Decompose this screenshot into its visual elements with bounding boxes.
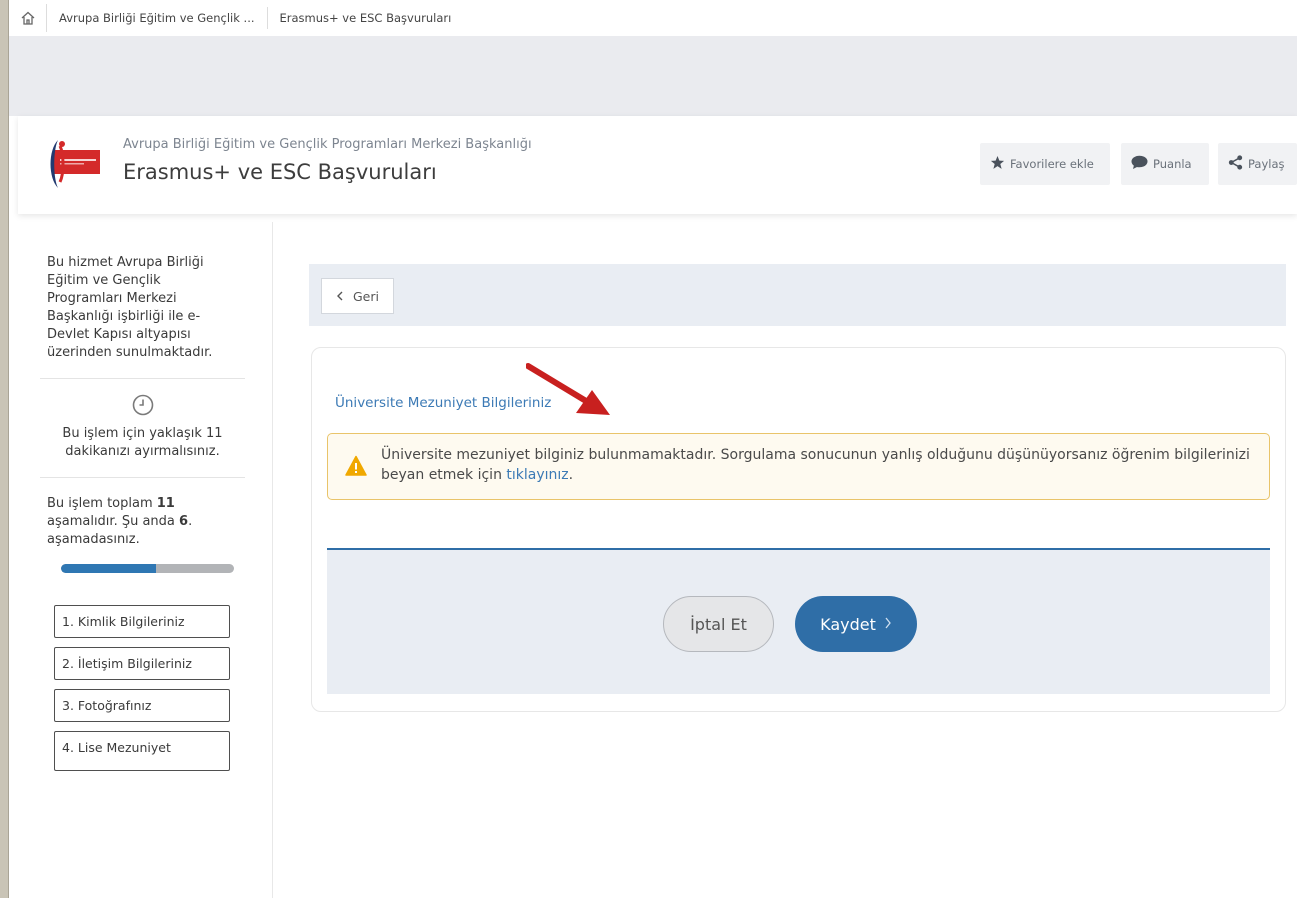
progress-prefix: Bu işlem toplam (47, 496, 157, 511)
form-card: Üniversite Mezuniyet Bilgileriniz Üniver… (311, 347, 1286, 712)
warning-alert: Üniversite mezuniyet bilginiz bulunmamak… (327, 433, 1270, 500)
back-label: Geri (353, 288, 379, 304)
share-button[interactable]: Paylaş (1218, 143, 1297, 185)
star-icon (990, 155, 1005, 173)
annotation-arrow-icon (526, 363, 610, 415)
page-band (9, 36, 1297, 116)
step-identity[interactable]: 1. Kimlik Bilgileriniz (54, 605, 230, 638)
favorite-label: Favorilere ekle (1010, 157, 1094, 171)
rate-button[interactable]: Puanla (1121, 143, 1209, 185)
declare-education-link[interactable]: tıklayınız (506, 467, 568, 483)
breadcrumb-item-ministry[interactable]: Avrupa Birliği Eğitim ve Gençlik ... (47, 7, 268, 29)
breadcrumb-item-current: Erasmus+ ve ESC Başvuruları (279, 11, 452, 25)
step-list: 1. Kimlik Bilgileriniz 2. İletişim Bilgi… (54, 605, 245, 771)
sidebar: Bu hizmet Avrupa Birliği Eğitim ve Gençl… (40, 237, 245, 780)
comment-icon (1131, 155, 1148, 173)
agency-logo (46, 138, 101, 190)
breadcrumb: Avrupa Birliği Eğitim ve Gençlik ... Era… (9, 0, 1297, 36)
home-icon[interactable] (9, 4, 47, 32)
step-contact[interactable]: 2. İletişim Bilgileriniz (54, 647, 230, 680)
warning-text-end: . (568, 467, 574, 483)
service-info: Bu hizmet Avrupa Birliği Eğitim ve Gençl… (47, 255, 213, 360)
save-label: Kaydet (820, 614, 876, 634)
sidebar-separator (272, 222, 273, 898)
service-title: Erasmus+ ve ESC Başvuruları (123, 160, 437, 184)
step-photo[interactable]: 3. Fotoğrafınız (54, 689, 230, 722)
chevron-right-icon (884, 615, 892, 634)
warning-message: Üniversite mezuniyet bilginiz bulunmamak… (381, 445, 1261, 485)
sidebar-divider (40, 378, 245, 379)
save-button[interactable]: Kaydet (795, 596, 917, 652)
progress-bar (61, 564, 234, 573)
time-estimate: Bu işlem için yaklaşık 11 dakikanızı ayı… (62, 426, 223, 459)
back-button[interactable]: Geri (321, 278, 394, 314)
back-bar: Geri (309, 264, 1286, 326)
warning-icon (345, 455, 367, 477)
share-label: Paylaş (1248, 157, 1285, 171)
progress-fill (61, 564, 157, 573)
clock-icon (131, 393, 155, 417)
section-title: Üniversite Mezuniyet Bilgileriniz (335, 395, 552, 411)
chevron-left-icon (336, 289, 344, 304)
progress-info: Bu işlem toplam 11 aşamalıdır. Şu anda 6… (40, 478, 245, 549)
left-window-edge (0, 0, 9, 898)
form-actions: İptal Et Kaydet (327, 548, 1270, 694)
service-header: Avrupa Birliği Eğitim ve Gençlik Program… (18, 116, 1297, 214)
step-high-school[interactable]: 4. Lise Mezuniyet (54, 731, 230, 771)
favorite-button[interactable]: Favorilere ekle (980, 143, 1110, 185)
progress-current: 6 (179, 514, 189, 529)
progress-middle: aşamalıdır. Şu anda (47, 514, 180, 529)
progress-total: 11 (156, 496, 175, 511)
rate-label: Puanla (1153, 157, 1192, 171)
share-icon (1228, 155, 1243, 173)
agency-name: Avrupa Birliği Eğitim ve Gençlik Program… (123, 137, 532, 152)
cancel-button[interactable]: İptal Et (663, 596, 774, 652)
